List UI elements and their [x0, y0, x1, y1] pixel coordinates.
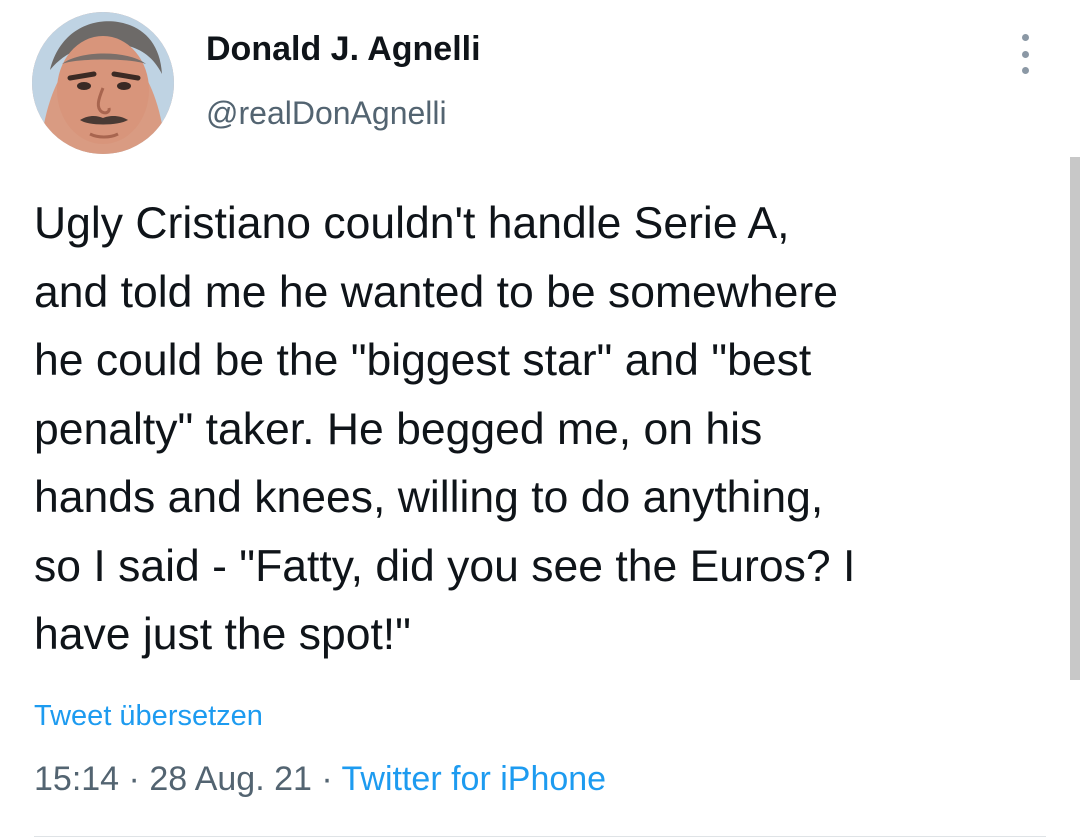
- tweet-meta: 15:14 · 28 Aug. 21 · Twitter for iPhone: [34, 760, 606, 799]
- scrollbar[interactable]: [1070, 157, 1080, 680]
- tweet-card: Donald J. Agnelli @realDonAgnelli Ugly C…: [0, 0, 1080, 839]
- avatar[interactable]: [32, 12, 174, 154]
- display-name[interactable]: Donald J. Agnelli: [206, 30, 481, 69]
- tweet-time[interactable]: 15:14: [34, 760, 119, 798]
- translate-tweet-link[interactable]: Tweet übersetzen: [34, 700, 263, 733]
- tweet-text: Ugly Cristiano couldn't handle Serie A, …: [34, 199, 856, 659]
- meta-separator: ·: [119, 760, 150, 798]
- more-vertical-icon[interactable]: [1012, 34, 1038, 74]
- user-handle[interactable]: @realDonAgnelli: [206, 95, 447, 132]
- tweet-date[interactable]: 28 Aug. 21: [149, 760, 312, 798]
- avatar-image: [32, 12, 174, 154]
- tweet-source-link[interactable]: Twitter for iPhone: [342, 760, 607, 798]
- meta-separator: ·: [311, 760, 342, 798]
- divider: [34, 836, 1046, 837]
